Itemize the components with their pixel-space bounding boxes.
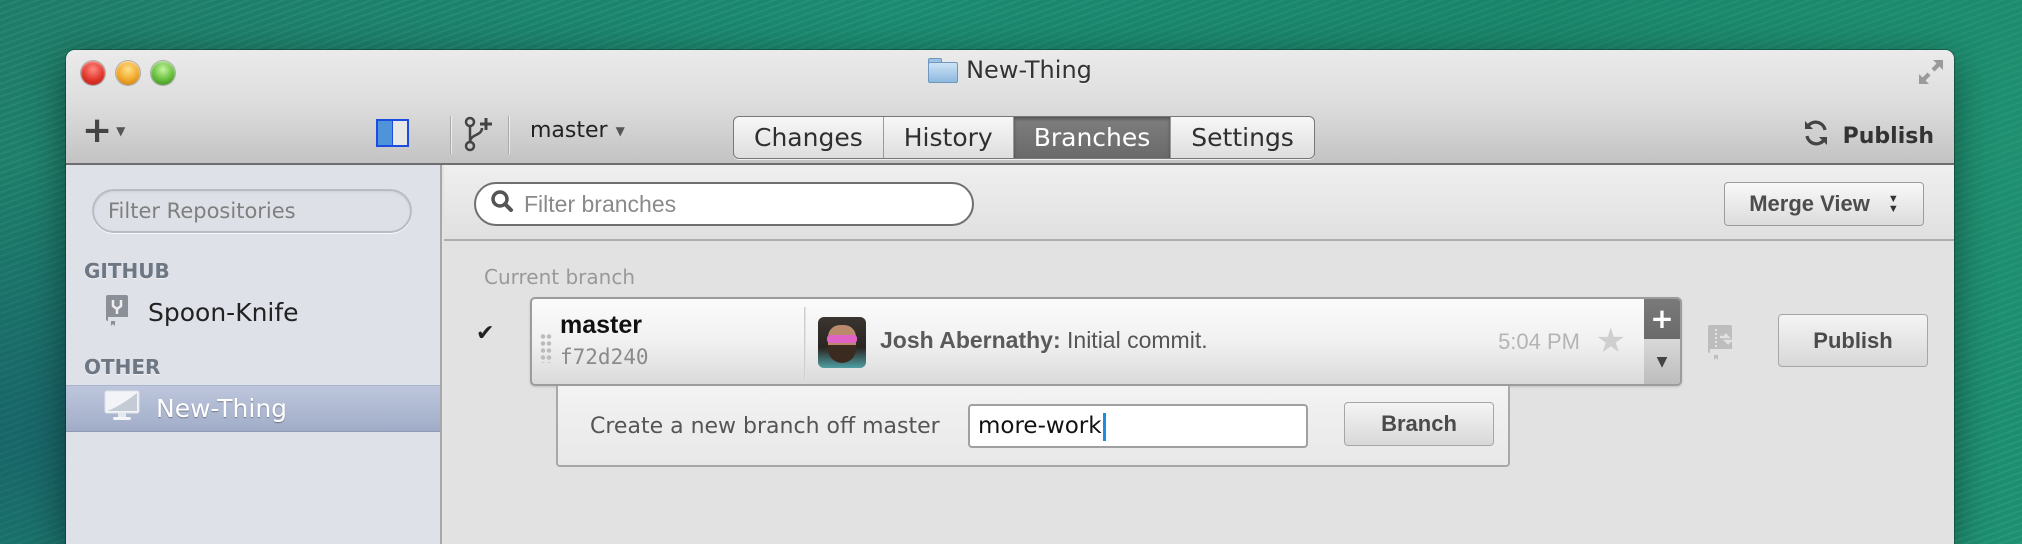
commit-message: Initial commit. [1067,327,1208,353]
repo-name: Spoon-Knife [148,298,299,327]
search-icon [490,189,514,219]
view-tabs: Changes History Branches Settings [733,116,1315,159]
chevron-down-icon: ▼ [615,123,625,138]
new-branch-label: Create a new branch off master [590,414,940,439]
repo-sync-icon [1706,323,1740,361]
window-title-text: New-Thing [966,56,1092,84]
card-divider [804,307,806,379]
tab-settings[interactable]: Settings [1171,117,1314,158]
current-branch-card[interactable]: master f72d240 Josh Abernathy: Initial c… [530,297,1682,386]
branch-selector-label: master [530,118,608,143]
filter-branches-placeholder: Filter branches [524,190,677,217]
repository-sidebar: Filter Repositories GITHUB Spoon-Knife O… [66,165,442,544]
text-cursor [1102,412,1106,441]
merge-view-button[interactable]: Merge View ▼ ▼ [1724,182,1924,226]
sidebar-item-new-thing[interactable]: New-Thing [66,385,440,432]
sync-icon [1801,118,1831,154]
commit-summary: Josh Abernathy: Initial commit. [880,327,1208,354]
updown-arrows-icon: ▼ ▼ [1887,193,1899,215]
branch-menu-dropdown[interactable]: ▼ [1644,338,1680,384]
publish-toolbar-button[interactable]: Publish [1801,118,1934,154]
branches-header: Filter branches Merge View ▼ ▼ [444,165,1954,241]
commit-author: Josh Abernathy: [880,327,1061,353]
toolbar-divider [450,116,451,154]
new-branch-name-input[interactable]: more-work [968,404,1308,448]
filter-repositories-input[interactable]: Filter Repositories [92,189,412,233]
publish-button[interactable]: Publish [1778,314,1928,367]
branch-name: master [560,311,642,339]
sidebar-toggle-icon[interactable] [376,119,409,147]
current-branch-heading: Current branch [484,265,635,289]
section-label-github: GITHUB [84,259,170,283]
new-branch-name-value: more-work [978,413,1102,439]
checkmark-icon: ✔ [476,321,495,346]
drag-handle-icon[interactable] [540,333,552,363]
computer-icon [104,390,140,428]
title-bar: New-Thing + ▼ master ▼ Changes History B… [66,50,1954,165]
toolbar: + ▼ master ▼ Changes History Branches Se… [66,110,1954,159]
branch-plus-icon[interactable] [462,114,496,154]
tab-changes[interactable]: Changes [734,117,884,158]
tab-history[interactable]: History [884,117,1014,158]
branches-panel: Filter branches Merge View ▼ ▼ Current br… [444,165,1954,544]
filter-branches-input[interactable]: Filter branches [474,182,974,226]
tab-branches[interactable]: Branches [1013,117,1172,158]
star-icon[interactable]: ★ [1596,321,1626,361]
avatar [818,317,866,368]
commit-time: 5:04 PM [1498,329,1580,354]
app-window: New-Thing + ▼ master ▼ Changes History B… [66,50,1954,544]
new-branch-panel: Create a new branch off master more-work… [556,386,1510,467]
repo-name: New-Thing [156,394,288,423]
merge-view-label: Merge View [1749,191,1870,216]
repo-icon [104,293,132,333]
plus-icon: + [82,110,113,151]
create-branch-button[interactable]: Branch [1344,402,1494,446]
publish-toolbar-label: Publish [1842,123,1934,149]
toolbar-divider [508,116,509,154]
sidebar-item-spoon-knife[interactable]: Spoon-Knife [66,289,440,336]
branch-selector[interactable]: master ▼ [530,118,625,143]
commit-sha: f72d240 [560,345,649,369]
section-label-other: OTHER [84,355,161,379]
fullscreen-arrows-icon[interactable] [1916,57,1946,87]
window-title: New-Thing [66,56,1954,84]
chevron-down-icon: ▼ [116,124,126,138]
new-branch-plus-button[interactable]: + [1644,299,1680,339]
add-repository-button[interactable]: + ▼ [82,110,126,151]
folder-icon [928,58,959,83]
card-actions: + ▼ [1644,299,1680,384]
